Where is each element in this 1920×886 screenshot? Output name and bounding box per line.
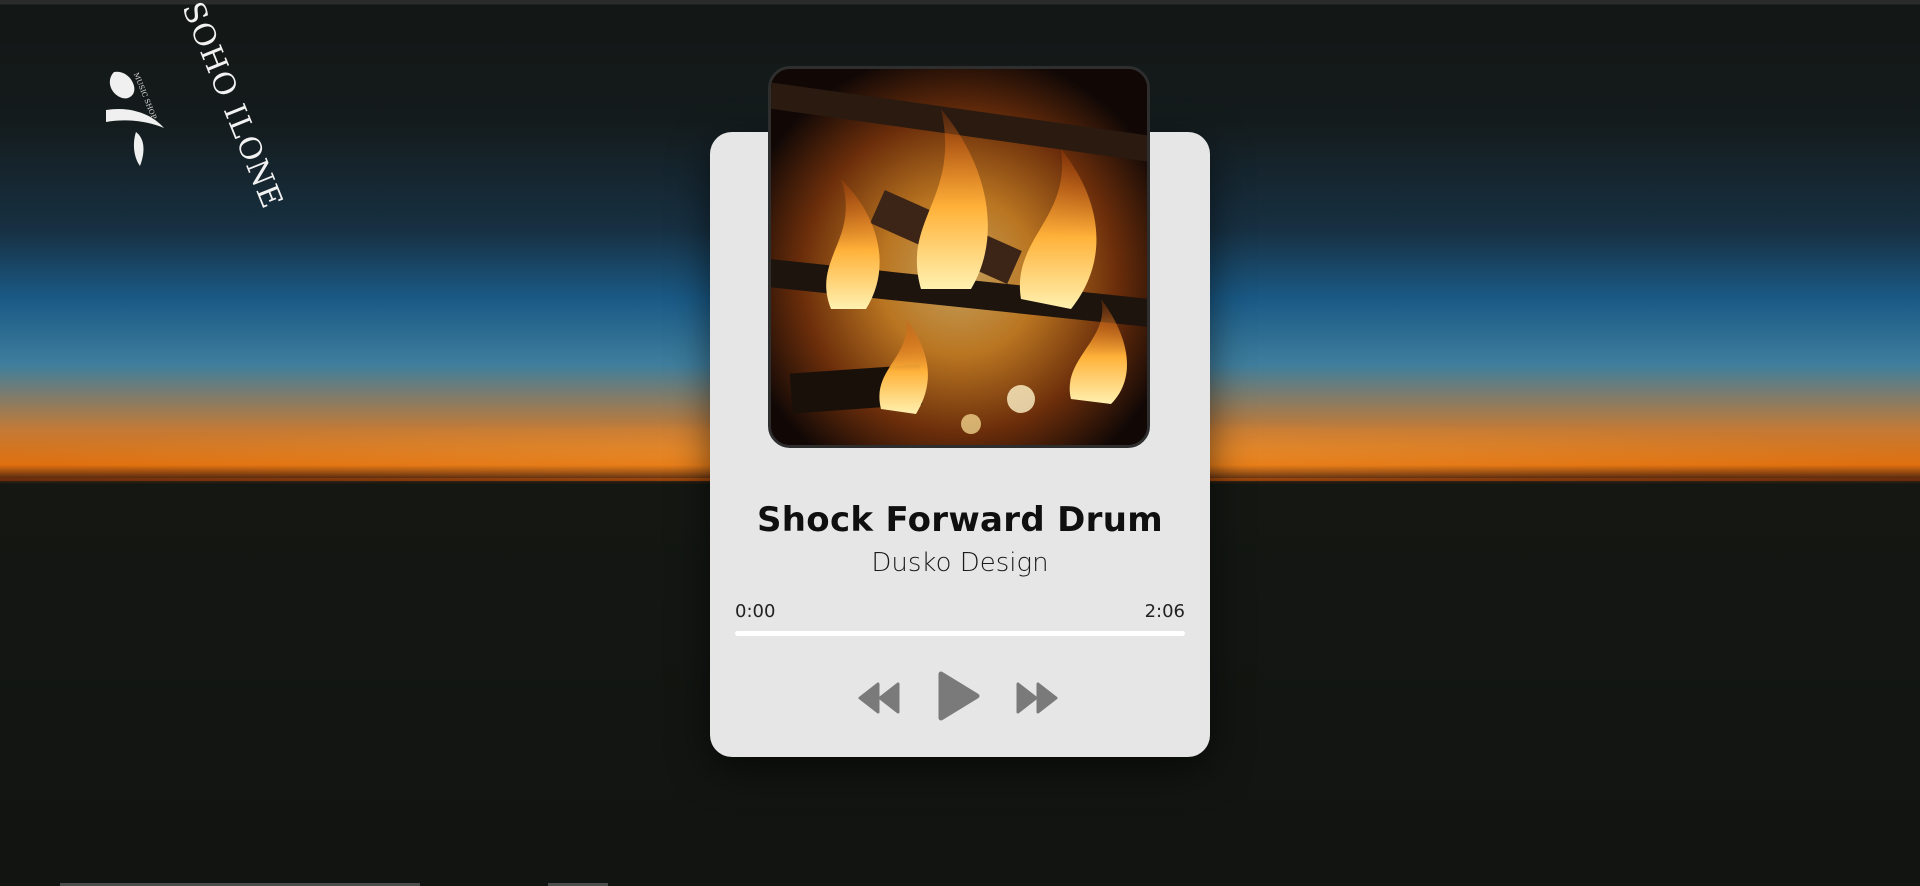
fast-forward-icon [1016, 682, 1058, 714]
track-title: Shock Forward Drum [757, 500, 1163, 540]
album-cover [768, 66, 1150, 448]
previous-track-button[interactable] [858, 682, 902, 714]
total-time: 2:06 [1144, 601, 1185, 622]
rewind-icon [858, 682, 900, 714]
next-track-button[interactable] [1014, 682, 1058, 714]
current-time: 0:00 [735, 601, 776, 622]
brand-logo[interactable]: SOHO ILONE MUSIC SHOP [100, 0, 289, 214]
track-artist: Dusko Design [871, 548, 1049, 578]
campfire-image [771, 69, 1147, 445]
play-icon [938, 671, 980, 721]
play-button[interactable] [935, 670, 981, 722]
page-background: SOHO ILONE MUSIC SHOP Shock Forward Drum… [0, 0, 1920, 886]
progress-bar[interactable] [735, 631, 1185, 636]
